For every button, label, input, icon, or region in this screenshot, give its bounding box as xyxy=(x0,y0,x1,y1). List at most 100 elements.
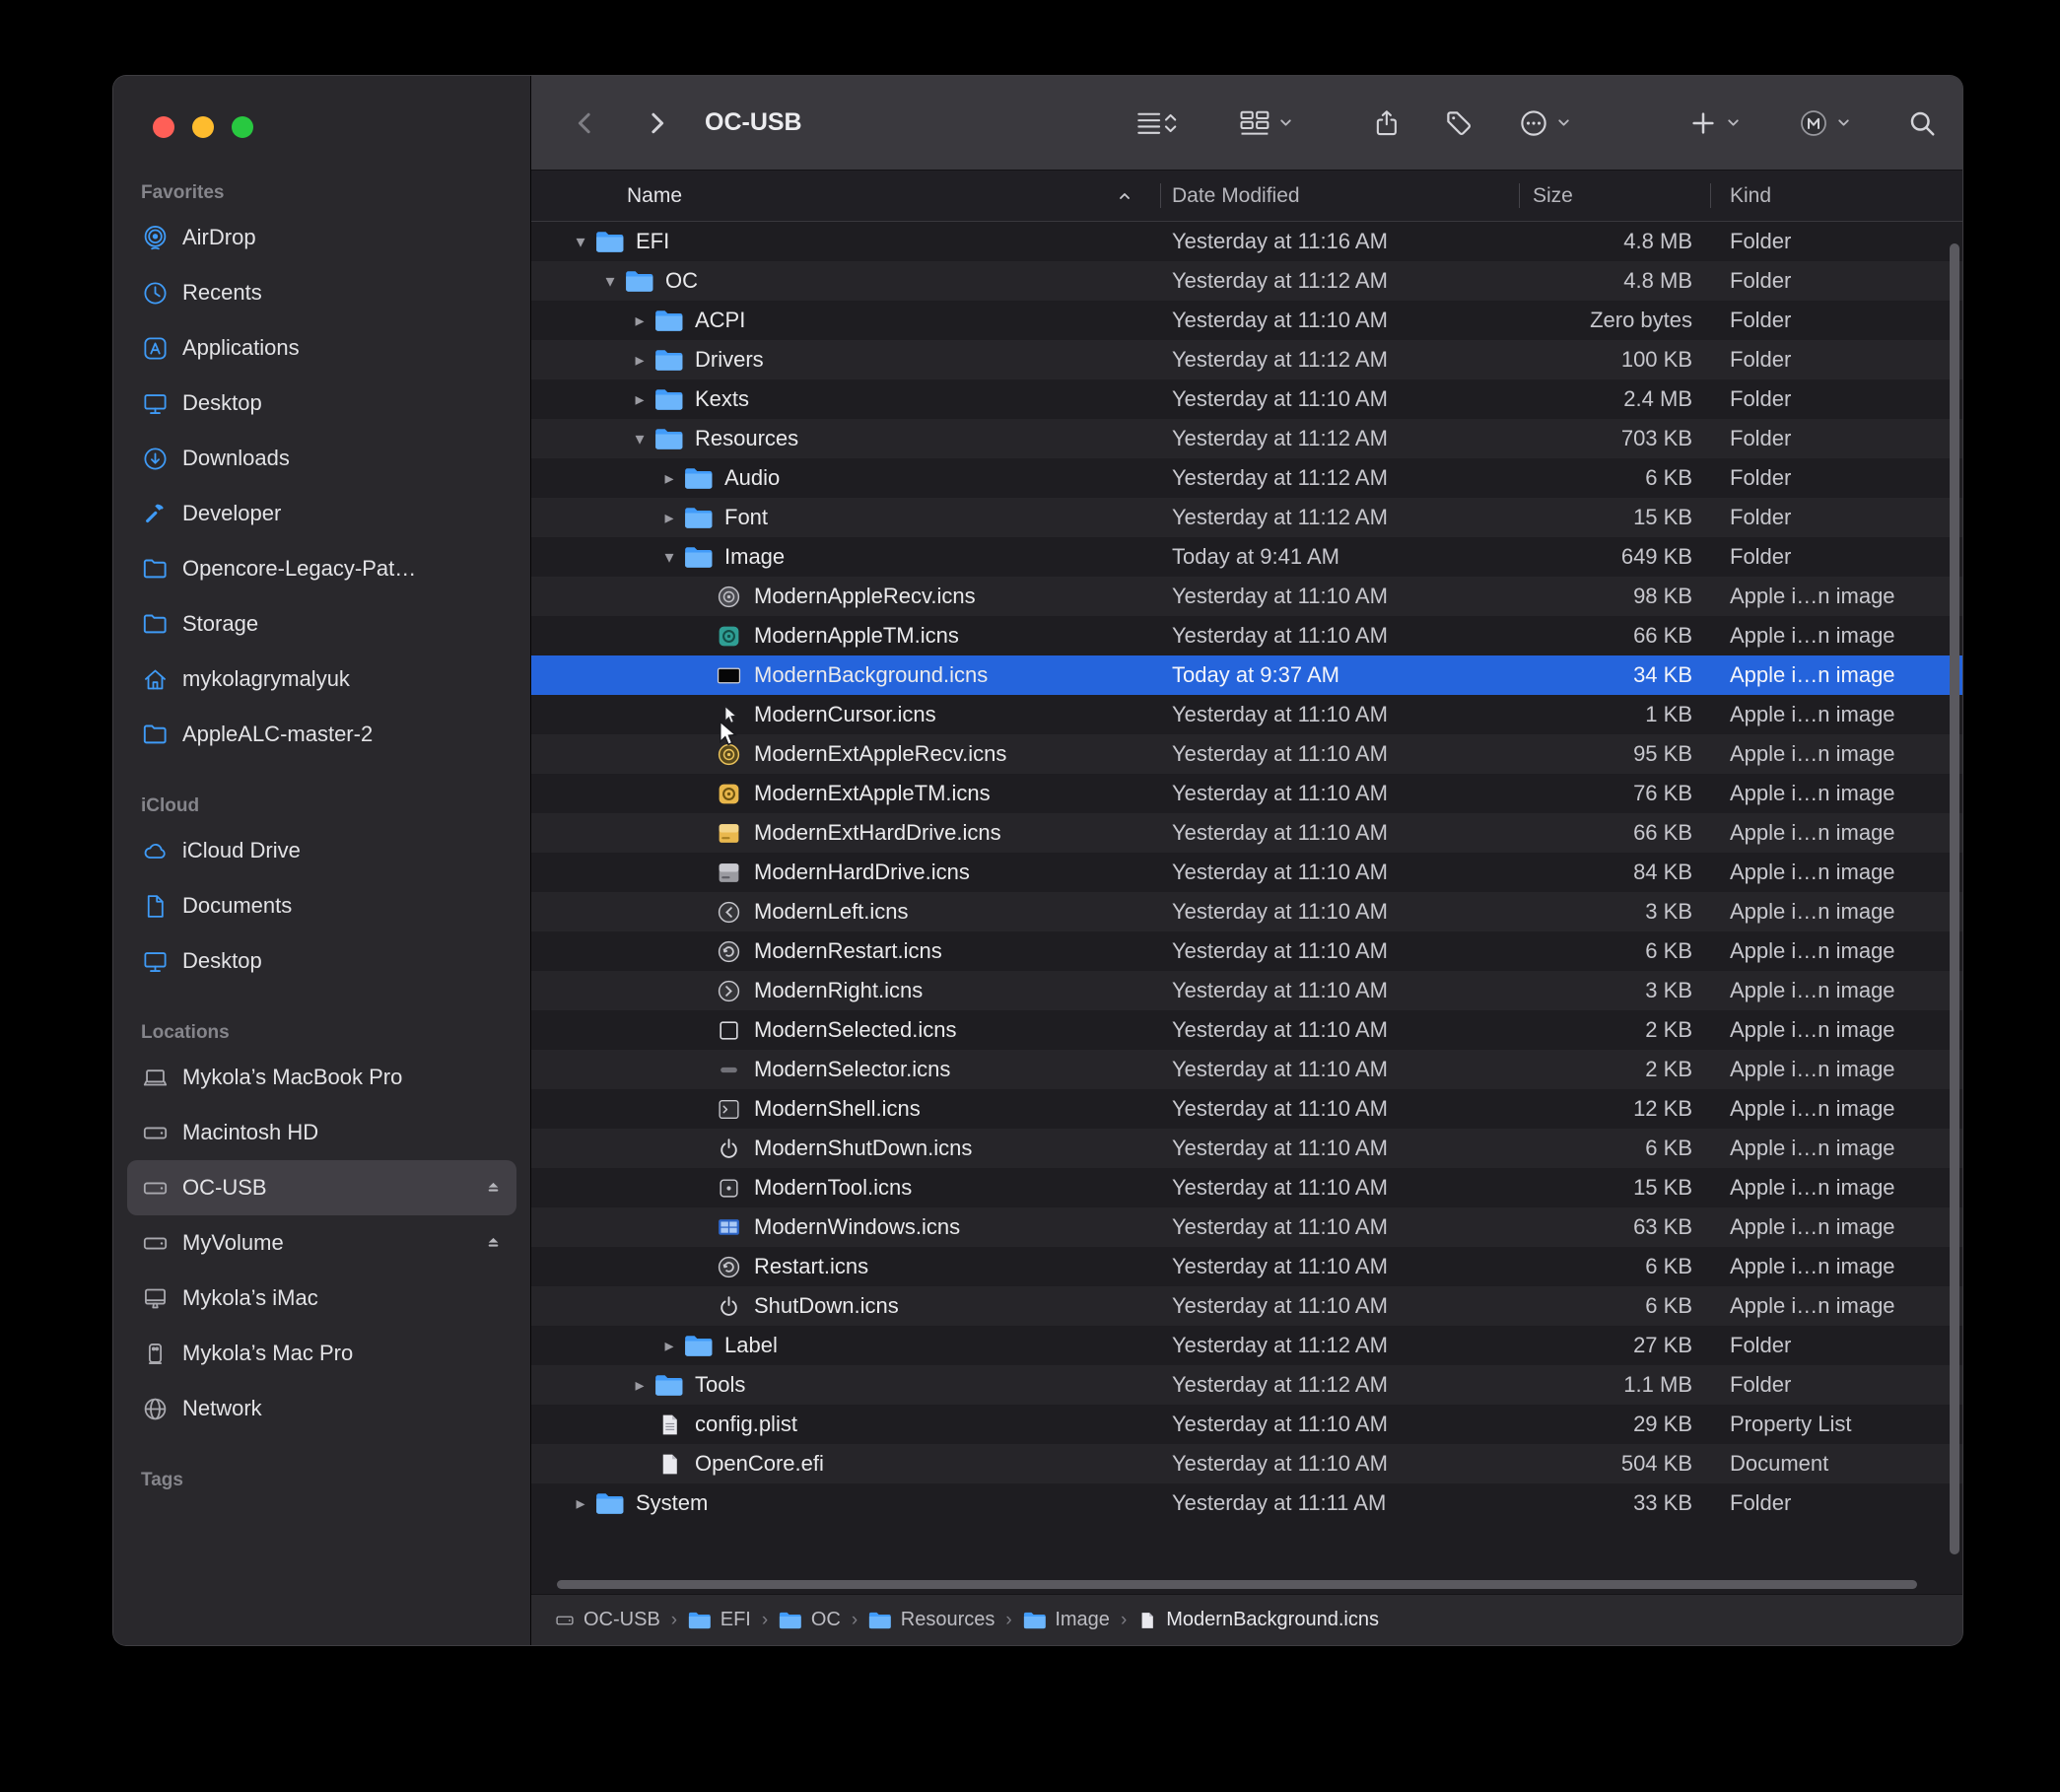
disclosure-open-icon[interactable]: ▾ xyxy=(626,429,653,449)
file-row[interactable]: ModernSelected.icnsYesterday at 11:10 AM… xyxy=(531,1010,1962,1050)
file-row[interactable]: ▸FontYesterday at 11:12 AM15 KBFolder xyxy=(531,498,1962,537)
file-row[interactable]: ModernRight.icnsYesterday at 11:10 AM3 K… xyxy=(531,971,1962,1010)
sidebar-item-desktop[interactable]: Desktop xyxy=(127,376,516,431)
sidebar-item-downloads[interactable]: Downloads xyxy=(127,431,516,486)
user-menu-button[interactable] xyxy=(1799,108,1828,138)
file-size: 63 KB xyxy=(1519,1214,1710,1240)
sidebar-item-mykola-s-mac-pro[interactable]: Mykola’s Mac Pro xyxy=(127,1326,516,1381)
file-row[interactable]: ModernExtAppleTM.icnsYesterday at 11:10 … xyxy=(531,774,1962,813)
sidebar-item-network[interactable]: Network xyxy=(127,1381,516,1436)
disclosure-open-icon[interactable]: ▾ xyxy=(567,232,594,252)
column-header-size[interactable]: Size xyxy=(1519,171,1710,221)
file-row[interactable]: ▸KextsYesterday at 11:10 AM2.4 MBFolder xyxy=(531,379,1962,419)
sidebar-item-oc-usb[interactable]: OC-USB xyxy=(127,1160,516,1215)
file-row[interactable]: ▸SystemYesterday at 11:11 AM33 KBFolder xyxy=(531,1483,1962,1523)
doc-plain-icon xyxy=(1137,1611,1157,1630)
view-options-button[interactable] xyxy=(1136,108,1178,138)
sidebar-item-myvolume[interactable]: MyVolume xyxy=(127,1215,516,1271)
forward-button[interactable] xyxy=(642,108,671,138)
pathbar-item-efi[interactable]: EFI xyxy=(688,1609,751,1631)
file-row[interactable]: ▸LabelYesterday at 11:12 AM27 KBFolder xyxy=(531,1326,1962,1365)
file-name: ModernRight.icns xyxy=(754,978,923,1003)
file-row[interactable]: ModernTool.icnsYesterday at 11:10 AM15 K… xyxy=(531,1168,1962,1207)
file-row[interactable]: ▾ImageToday at 9:41 AM649 KBFolder xyxy=(531,537,1962,577)
sidebar-item-mykola-s-macbook-pro[interactable]: Mykola’s MacBook Pro xyxy=(127,1050,516,1105)
drive-gray-icon xyxy=(713,858,744,887)
folder-icon xyxy=(683,463,715,493)
column-header-date-modified[interactable]: Date Modified xyxy=(1160,171,1519,221)
file-row[interactable]: ModernAppleTM.icnsYesterday at 11:10 AM6… xyxy=(531,616,1962,655)
pathbar-item-oc-usb[interactable]: OC-USB xyxy=(555,1609,660,1631)
airdrop-icon xyxy=(140,223,170,252)
more-actions-button[interactable] xyxy=(1519,108,1548,138)
sidebar-item-desktop[interactable]: Desktop xyxy=(127,933,516,989)
zoom-button[interactable] xyxy=(232,116,253,138)
file-row[interactable]: ModernLeft.icnsYesterday at 11:10 AM3 KB… xyxy=(531,892,1962,931)
file-row[interactable]: ModernHardDrive.icnsYesterday at 11:10 A… xyxy=(531,853,1962,892)
back-button[interactable] xyxy=(571,108,600,138)
tags-button[interactable] xyxy=(1444,108,1474,138)
file-row[interactable]: ShutDown.icnsYesterday at 11:10 AM6 KBAp… xyxy=(531,1286,1962,1326)
sidebar-item-icloud-drive[interactable]: iCloud Drive xyxy=(127,823,516,878)
file-row[interactable]: ModernAppleRecv.icnsYesterday at 11:10 A… xyxy=(531,577,1962,616)
file-row[interactable]: ▾EFIYesterday at 11:16 AM4.8 MBFolder xyxy=(531,222,1962,261)
disclosure-closed-icon[interactable]: ▸ xyxy=(626,310,653,331)
file-row[interactable]: ModernShutDown.icnsYesterday at 11:10 AM… xyxy=(531,1129,1962,1168)
horizontal-scrollbar-thumb[interactable] xyxy=(557,1580,1917,1589)
new-item-button[interactable] xyxy=(1688,108,1718,138)
sidebar-item-applications[interactable]: Applications xyxy=(127,320,516,376)
sidebar-item-mykola-s-imac[interactable]: Mykola’s iMac xyxy=(127,1271,516,1326)
file-row[interactable]: ▸DriversYesterday at 11:12 AM100 KBFolde… xyxy=(531,340,1962,379)
file-size: 649 KB xyxy=(1519,544,1710,570)
sidebar-item-recents[interactable]: Recents xyxy=(127,265,516,320)
search-button[interactable] xyxy=(1907,108,1937,138)
file-row[interactable]: ModernExtHardDrive.icnsYesterday at 11:1… xyxy=(531,813,1962,853)
group-button[interactable] xyxy=(1239,108,1271,138)
sidebar-item-documents[interactable]: Documents xyxy=(127,878,516,933)
file-row[interactable]: ▸AudioYesterday at 11:12 AM6 KBFolder xyxy=(531,458,1962,498)
disclosure-closed-icon[interactable]: ▸ xyxy=(626,1375,653,1396)
sidebar-item-mykolagrymalyuk[interactable]: mykolagrymalyuk xyxy=(127,652,516,707)
disclosure-closed-icon[interactable]: ▸ xyxy=(655,468,683,489)
sidebar-item-storage[interactable]: Storage xyxy=(127,596,516,652)
file-row[interactable]: ModernBackground.icnsToday at 9:37 AM34 … xyxy=(531,655,1962,695)
file-row[interactable]: ModernCursor.icnsYesterday at 11:10 AM1 … xyxy=(531,695,1962,734)
disclosure-closed-icon[interactable]: ▸ xyxy=(655,508,683,528)
file-row[interactable]: config.plistYesterday at 11:10 AM29 KBPr… xyxy=(531,1405,1962,1444)
disclosure-closed-icon[interactable]: ▸ xyxy=(567,1493,594,1514)
vertical-scrollbar-thumb[interactable] xyxy=(1950,243,1959,1554)
sidebar-item-macintosh-hd[interactable]: Macintosh HD xyxy=(127,1105,516,1160)
eject-icon[interactable] xyxy=(483,1233,504,1254)
minimize-button[interactable] xyxy=(192,116,214,138)
disclosure-closed-icon[interactable]: ▸ xyxy=(626,389,653,410)
eject-icon[interactable] xyxy=(483,1178,504,1199)
file-row[interactable]: ModernWindows.icnsYesterday at 11:10 AM6… xyxy=(531,1207,1962,1247)
pathbar-item-oc[interactable]: OC xyxy=(779,1609,841,1631)
sidebar-item-opencore-legacy-pat[interactable]: Opencore-Legacy-Pat… xyxy=(127,541,516,596)
file-row[interactable]: ▸ToolsYesterday at 11:12 AM1.1 MBFolder xyxy=(531,1365,1962,1405)
pathbar-item-modernbackground-icns[interactable]: ModernBackground.icns xyxy=(1137,1609,1379,1631)
disclosure-closed-icon[interactable]: ▸ xyxy=(626,350,653,371)
file-row[interactable]: ModernRestart.icnsYesterday at 11:10 AM6… xyxy=(531,931,1962,971)
disclosure-closed-icon[interactable]: ▸ xyxy=(655,1336,683,1356)
sidebar-item-label: Desktop xyxy=(182,390,262,416)
share-button[interactable] xyxy=(1373,108,1401,138)
file-row[interactable]: ▸ACPIYesterday at 11:10 AMZero bytesFold… xyxy=(531,301,1962,340)
file-row[interactable]: ▾ResourcesYesterday at 11:12 AM703 KBFol… xyxy=(531,419,1962,458)
disclosure-open-icon[interactable]: ▾ xyxy=(655,547,683,568)
file-row[interactable]: ModernShell.icnsYesterday at 11:10 AM12 … xyxy=(531,1089,1962,1129)
file-row[interactable]: Restart.icnsYesterday at 11:10 AM6 KBApp… xyxy=(531,1247,1962,1286)
column-header-name[interactable]: Name xyxy=(531,171,1160,221)
disclosure-open-icon[interactable]: ▾ xyxy=(596,271,624,292)
pathbar-item-image[interactable]: Image xyxy=(1023,1609,1110,1631)
pathbar-item-resources[interactable]: Resources xyxy=(868,1609,995,1631)
sidebar-item-airdrop[interactable]: AirDrop xyxy=(127,210,516,265)
column-header-kind[interactable]: Kind xyxy=(1710,171,1962,221)
sidebar-item-applealc-master-2[interactable]: AppleALC-master-2 xyxy=(127,707,516,762)
file-row[interactable]: ▾OCYesterday at 11:12 AM4.8 MBFolder xyxy=(531,261,1962,301)
file-row[interactable]: ModernSelector.icnsYesterday at 11:10 AM… xyxy=(531,1050,1962,1089)
file-row[interactable]: OpenCore.efiYesterday at 11:10 AM504 KBD… xyxy=(531,1444,1962,1483)
file-row[interactable]: ModernExtAppleRecv.icnsYesterday at 11:1… xyxy=(531,734,1962,774)
sidebar-item-developer[interactable]: Developer xyxy=(127,486,516,541)
close-button[interactable] xyxy=(153,116,174,138)
